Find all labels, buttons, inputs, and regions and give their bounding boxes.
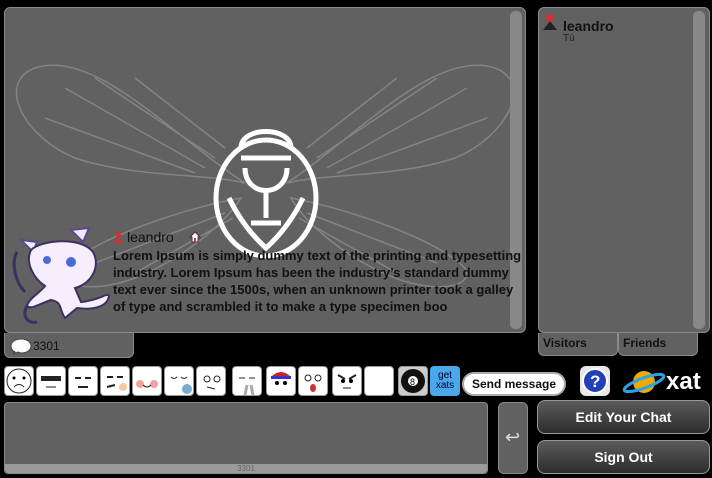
tab-friends[interactable]: Friends <box>618 333 698 356</box>
user-icon <box>543 14 557 30</box>
smiley-angry[interactable] <box>332 366 362 396</box>
message-text: Lorem Ipsum is simply dummy text of the … <box>113 248 522 314</box>
input-counter-bar: 3301 <box>5 464 487 473</box>
message-item: leandro Lorem Ipsum is simply dummy text… <box>5 8 525 332</box>
edit-your-chat-button[interactable]: Edit Your Chat <box>537 400 710 434</box>
enter-button[interactable]: ↩ <box>498 402 528 474</box>
home-icon[interactable] <box>189 231 201 243</box>
smiley-cool[interactable] <box>36 366 66 396</box>
smiley-shocked[interactable] <box>298 366 328 396</box>
help-icon[interactable]: ? <box>580 366 610 396</box>
chat-count: 3301 <box>33 339 60 353</box>
user-list-scrollbar[interactable] <box>693 11 705 329</box>
tab-visitors[interactable]: Visitors <box>538 333 618 356</box>
smiley-blush[interactable] <box>132 366 162 396</box>
speech-bubble-icon <box>10 338 32 354</box>
smiley-blank[interactable] <box>364 366 394 396</box>
mew-avatar-icon <box>12 226 111 324</box>
user-list: leandro Tú <box>538 7 710 333</box>
user-list-item[interactable]: leandro Tú <box>543 14 614 44</box>
sign-out-button[interactable]: Sign Out <box>537 440 710 474</box>
enter-icon: ↩ <box>505 427 521 447</box>
smiley-clap[interactable] <box>232 366 262 396</box>
get-xats-button[interactable]: get xats <box>430 366 460 396</box>
message-area: leandro Lorem Ipsum is simply dummy text… <box>4 7 526 333</box>
xat-logo-text: xat <box>666 368 701 395</box>
message-input[interactable]: 3301 <box>4 402 488 474</box>
smiley-squint[interactable] <box>68 366 98 396</box>
smiley-guitar[interactable] <box>164 366 194 396</box>
user-list-name: leandro <box>563 18 614 34</box>
svg-text:8: 8 <box>410 377 415 387</box>
xat-planet-icon <box>622 371 666 394</box>
smiley-sad[interactable] <box>4 366 34 396</box>
xat-logo[interactable]: xat <box>622 368 710 396</box>
input-count: 3301 <box>237 464 255 473</box>
send-message-button[interactable]: Send message <box>462 372 566 396</box>
smiley-wink[interactable] <box>196 366 226 396</box>
message-username-row: leandro <box>113 229 174 245</box>
user-icon <box>113 231 123 243</box>
chat-count-tab[interactable]: 3301 <box>4 333 134 358</box>
eight-ball-icon[interactable]: 8 <box>398 366 428 396</box>
smiley-cap[interactable] <box>266 366 296 396</box>
message-username[interactable]: leandro <box>127 229 174 245</box>
user-list-status: Tú <box>563 33 575 44</box>
svg-text:?: ? <box>590 372 600 391</box>
smiley-peace[interactable] <box>100 366 130 396</box>
